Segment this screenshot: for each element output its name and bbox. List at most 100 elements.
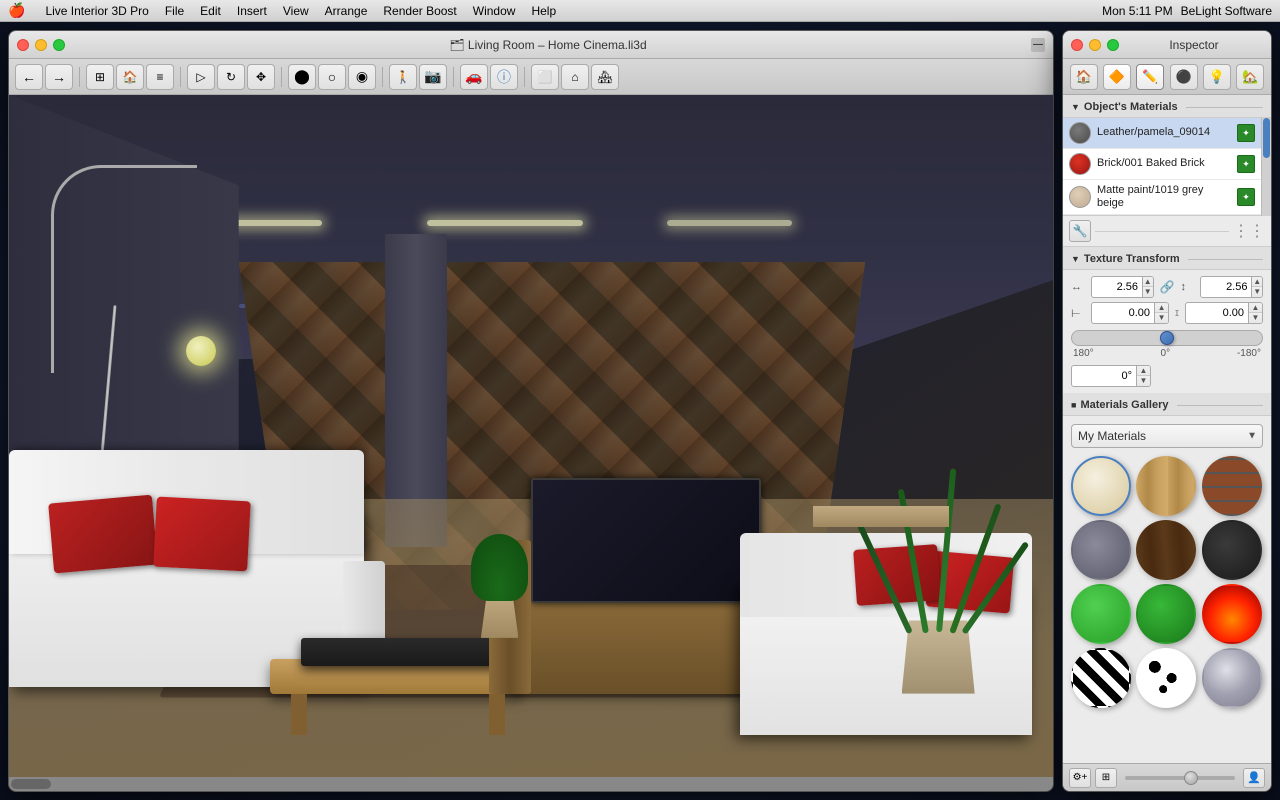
eyedropper-tool[interactable]: 🔧 [1069,220,1091,242]
angle-down[interactable]: ▼ [1137,376,1150,386]
scale-x-up[interactable]: ▲ [1143,277,1153,287]
floorplan-button[interactable]: ⊞ [86,64,114,90]
collapse-button[interactable]: — [1031,38,1045,52]
camera-button[interactable]: 📷 [419,64,447,90]
3d-button[interactable]: 🏠 [116,64,144,90]
cushion-1 [48,494,158,572]
forward-button[interactable]: → [45,64,73,90]
materials-scrollbar-thumb[interactable] [1263,118,1270,158]
tab-scene[interactable]: 🏡 [1236,64,1264,90]
scale-x-input[interactable] [1092,279,1142,295]
menu-file[interactable]: File [165,4,184,18]
tab-texture[interactable]: ✏️ [1136,64,1164,90]
menu-view[interactable]: View [283,4,309,18]
3d-scene[interactable] [9,95,1053,791]
info-button[interactable]: ⓘ [490,64,518,90]
maximize-button[interactable] [53,39,65,51]
offset-y-up[interactable]: ▲ [1249,303,1262,313]
more-options[interactable]: ⋮⋮ [1233,221,1265,241]
scale-x-down[interactable]: ▼ [1143,287,1153,297]
menu-insert[interactable]: Insert [237,4,267,18]
inspector-min[interactable] [1089,39,1101,51]
small-leaves [471,534,527,602]
back-button[interactable]: ← [15,64,43,90]
angle-input-wrapper: ▲ ▼ [1071,365,1151,387]
close-button[interactable] [17,39,29,51]
materials-scrollbar[interactable] [1261,118,1271,216]
render-ball[interactable]: ⬤ [288,64,316,90]
size-slider-thumb[interactable] [1184,771,1198,785]
thumb-dark[interactable] [1202,520,1262,580]
apple-menu[interactable]: 🍎 [8,2,25,19]
tab-sphere[interactable]: ⚫ [1170,64,1198,90]
layout-group: ⬜ ⌂ 🏘 [531,64,619,90]
angle-min-label: 180° [1073,348,1094,359]
menu-app[interactable]: Live Interior 3D Pro [45,4,148,18]
angle-track[interactable] [1071,330,1263,346]
thumb-wood-light[interactable] [1136,456,1196,516]
link-icon[interactable]: 🔗 [1158,280,1177,294]
minimize-button[interactable] [35,39,47,51]
material-icon-2[interactable]: ✦ [1237,155,1255,173]
material-item-3[interactable]: Matte paint/1019 grey beige ✦ [1063,180,1261,215]
size-slider[interactable] [1125,776,1235,780]
offset-y-input[interactable] [1186,305,1248,321]
scale-y-up[interactable]: ▲ [1252,277,1262,287]
material-icon-3[interactable]: ✦ [1237,188,1255,206]
select-tool[interactable]: ▷ [187,64,215,90]
angle-input[interactable] [1072,368,1136,384]
thumb-green[interactable] [1136,584,1196,644]
scale-y-down[interactable]: ▼ [1252,287,1262,297]
table-leg-1 [291,694,307,736]
car-button[interactable]: 🚗 [460,64,488,90]
menu-edit[interactable]: Edit [200,4,221,18]
move-tool[interactable]: ✥ [247,64,275,90]
inspector-max[interactable] [1107,39,1119,51]
thumb-zebra[interactable] [1071,648,1131,708]
angle-stepper: ▲ ▼ [1136,366,1150,386]
tab-light[interactable]: 💡 [1203,64,1231,90]
render-group: ⬤ ○ ◉ [288,64,376,90]
material-item-2[interactable]: Brick/001 Baked Brick ✦ [1063,149,1261,180]
gallery-dropdown[interactable]: My Materials All Materials Brick Wood Me… [1071,424,1263,448]
thumb-wood-dark[interactable] [1136,520,1196,580]
thumb-brick[interactable] [1202,456,1262,516]
inspector-close[interactable] [1071,39,1083,51]
list-button[interactable]: ≡ [146,64,174,90]
menu-help[interactable]: Help [531,4,556,18]
thumb-green-lime[interactable] [1071,584,1131,644]
thumb-metal[interactable] [1202,648,1262,708]
scene-scrollbar[interactable] [9,777,1053,791]
scale-y-input[interactable] [1201,279,1251,295]
material-item-1[interactable]: Leather/pamela_09014 ✦ [1063,118,1261,149]
tab-materials[interactable]: 🔶 [1103,64,1131,90]
thumb-fire[interactable] [1202,584,1262,644]
tv-cabinet [510,596,771,693]
walk-button[interactable]: 🚶 [389,64,417,90]
thumb-cream[interactable] [1071,456,1131,516]
menu-arrange[interactable]: Arrange [325,4,368,18]
offset-x-input[interactable] [1092,305,1154,321]
person-button[interactable]: 👤 [1243,768,1265,788]
thumb-stone[interactable] [1071,520,1131,580]
render-full[interactable]: ◉ [348,64,376,90]
render-outline[interactable]: ○ [318,64,346,90]
inspector-content[interactable]: ▼ Object's Materials Leather/pamela_0901… [1063,95,1271,763]
scene-button[interactable]: 🏘 [591,64,619,90]
tab-objects[interactable]: 🏠 [1070,64,1098,90]
menu-window[interactable]: Window [473,4,516,18]
grid-button[interactable]: ⬜ [531,64,559,90]
scrollbar-thumb[interactable] [11,779,51,789]
offset-y-down[interactable]: ▼ [1249,313,1262,323]
home-button[interactable]: ⌂ [561,64,589,90]
offset-x-up[interactable]: ▲ [1155,303,1168,313]
angle-up[interactable]: ▲ [1137,366,1150,376]
menu-render[interactable]: Render Boost [383,4,456,18]
settings-button[interactable]: ⚙+ [1069,768,1091,788]
grid-view-button[interactable]: ⊞ [1095,768,1117,788]
material-icon-1[interactable]: ✦ [1237,124,1255,142]
thumb-spots[interactable] [1136,648,1196,708]
angle-thumb[interactable] [1160,331,1174,345]
rotate-tool[interactable]: ↻ [217,64,245,90]
offset-x-down[interactable]: ▼ [1155,313,1168,323]
